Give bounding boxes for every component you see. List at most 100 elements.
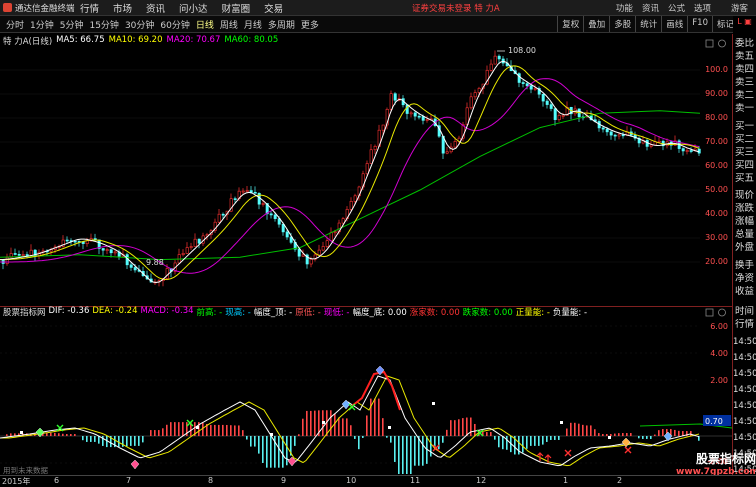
side-bid2[interactable]: 买二 — [733, 134, 756, 146]
dif-line — [0, 375, 700, 467]
macd-bar-positive — [314, 410, 316, 436]
side-weibi[interactable]: 委比 — [733, 38, 756, 50]
current-value: 0.70 — [705, 417, 723, 426]
side-ask2[interactable]: 卖二 — [733, 90, 756, 102]
menu-shichang[interactable]: 市场 — [113, 1, 132, 15]
candle-body — [529, 85, 533, 90]
macd-bar-negative — [646, 436, 648, 439]
ma5-line — [0, 60, 700, 284]
menu-zixun-right[interactable]: 资讯 — [642, 2, 659, 14]
side-bid3[interactable]: 买三 — [733, 147, 756, 159]
orig-low-value: 原低: - — [295, 308, 321, 318]
macd-bar-positive — [338, 417, 340, 436]
macd-bar-positive — [662, 429, 664, 436]
candle-body — [65, 239, 69, 242]
price-tick-20: 20.00 — [705, 257, 728, 266]
time-tick: 8 — [208, 476, 214, 485]
bottom-range-value: 幅度_底: 0.00 — [352, 308, 407, 318]
period-multi[interactable]: 多周期 — [268, 18, 295, 31]
window-controls — [705, 39, 726, 48]
macd-bar-positive — [654, 434, 656, 436]
ind-settings-icon[interactable] — [718, 308, 726, 317]
macd-bar-negative — [554, 436, 556, 440]
indicator-chart[interactable]: 6.00 4.00 2.00 -2.00 0.70 — [0, 306, 732, 474]
tool-tongji[interactable]: 统计 — [635, 16, 661, 32]
candle-body — [549, 104, 553, 109]
macd-bar-negative — [650, 436, 652, 439]
side-ask5[interactable]: 卖五 — [733, 51, 756, 63]
tool-diejia[interactable]: 叠加 — [583, 16, 609, 32]
maximize-icon[interactable] — [705, 39, 714, 48]
macd-bar-positive — [690, 431, 692, 436]
tool-huaxian[interactable]: 画线 — [661, 16, 687, 32]
side-ask3[interactable]: 卖三 — [733, 77, 756, 89]
macd-bar-positive — [210, 424, 212, 436]
period-5min[interactable]: 5分钟 — [60, 18, 84, 31]
menu-hangqing[interactable]: 行情 — [80, 1, 99, 15]
period-daily[interactable]: 日线 — [196, 18, 214, 31]
candle-body — [181, 253, 185, 255]
menu-jiaoyi[interactable]: 交易 — [264, 1, 283, 15]
period-weekly[interactable]: 周线 — [220, 18, 238, 31]
indicator-name[interactable]: 股票指标网 — [3, 306, 46, 318]
period-30min[interactable]: 30分钟 — [125, 18, 154, 31]
candle-body — [73, 240, 77, 243]
menu-wenxiaoda[interactable]: 问小达 — [179, 1, 208, 15]
tool-fuquan[interactable]: 复权 — [557, 16, 583, 32]
side-bid5[interactable]: 买五 — [733, 173, 756, 185]
app-title: 通达信金融终端 — [15, 3, 75, 14]
time-tick: 10 — [346, 476, 357, 485]
period-monthly[interactable]: 月线 — [244, 18, 262, 31]
tool-duogu[interactable]: 多股 — [609, 16, 635, 32]
side-price: 现价 — [734, 190, 754, 201]
macd-bar-negative — [526, 436, 528, 449]
neg-energy-value: 负量能: - — [552, 308, 588, 318]
period-60min[interactable]: 60分钟 — [160, 18, 189, 31]
indicator-grid — [0, 325, 700, 464]
macd-bar-negative — [642, 436, 644, 439]
side-ask1[interactable]: 卖一 — [733, 103, 756, 115]
macd-bar-positive — [162, 428, 164, 436]
side-ask4[interactable]: 卖四 — [733, 64, 756, 76]
period-1min[interactable]: 1分钟 — [30, 18, 54, 31]
dea-line — [0, 375, 700, 467]
candle-body — [189, 246, 193, 248]
side-bid4[interactable]: 买四 — [733, 160, 756, 172]
side-header-icon[interactable]: L ▣ — [733, 16, 756, 28]
macd-bar-positive — [74, 434, 76, 436]
ind-maximize-icon[interactable] — [705, 308, 714, 317]
macd-bar-positive — [158, 430, 160, 436]
macd-bar-positive — [586, 425, 588, 436]
candle-body — [697, 148, 701, 154]
menu-caifuquan[interactable]: 财富圈 — [222, 1, 251, 15]
menu-zixun[interactable]: 资讯 — [146, 1, 165, 15]
macd-bar-positive — [486, 432, 488, 436]
period-15min[interactable]: 15分钟 — [89, 18, 118, 31]
macd-bar-positive — [10, 433, 12, 436]
candle-body — [221, 213, 225, 216]
period-more[interactable]: 更多 — [301, 18, 319, 31]
macd-bar-positive — [306, 410, 308, 436]
menu-gongneng[interactable]: 功能 — [616, 2, 633, 14]
side-quote[interactable]: 行情 — [733, 319, 756, 331]
candle-body — [317, 249, 321, 256]
price-tick-90: 90.00 — [705, 89, 728, 98]
login-alert[interactable]: 证券交易未登录 特 力A — [412, 2, 500, 14]
macd-bar-positive — [598, 433, 600, 436]
tool-f10[interactable]: F10 — [687, 16, 712, 32]
side-volume: 总量 — [734, 229, 754, 240]
macd-bar-positive — [214, 424, 216, 436]
menu-gongshi[interactable]: 公式 — [668, 2, 685, 14]
kline-chart[interactable]: 108.00 9.88 100.0 90.00 80.00 70.00 60.0… — [0, 34, 732, 305]
menu-xuanxiang[interactable]: 选项 — [694, 2, 711, 14]
period-fenshi[interactable]: 分时 — [6, 18, 24, 31]
settings-icon[interactable] — [718, 39, 726, 48]
ma10-value: MA10: 69.20 — [108, 35, 163, 45]
trough-price-label: 9.88 — [146, 258, 164, 267]
top-range-value: 幅度_顶: - — [253, 308, 293, 318]
macd-bar-negative — [398, 436, 400, 474]
guest-user[interactable]: 游客 — [731, 2, 748, 14]
candle-body — [21, 254, 25, 256]
stock-name: 特 力A(日线) — [3, 37, 53, 47]
side-bid1[interactable]: 买一 — [733, 121, 756, 133]
